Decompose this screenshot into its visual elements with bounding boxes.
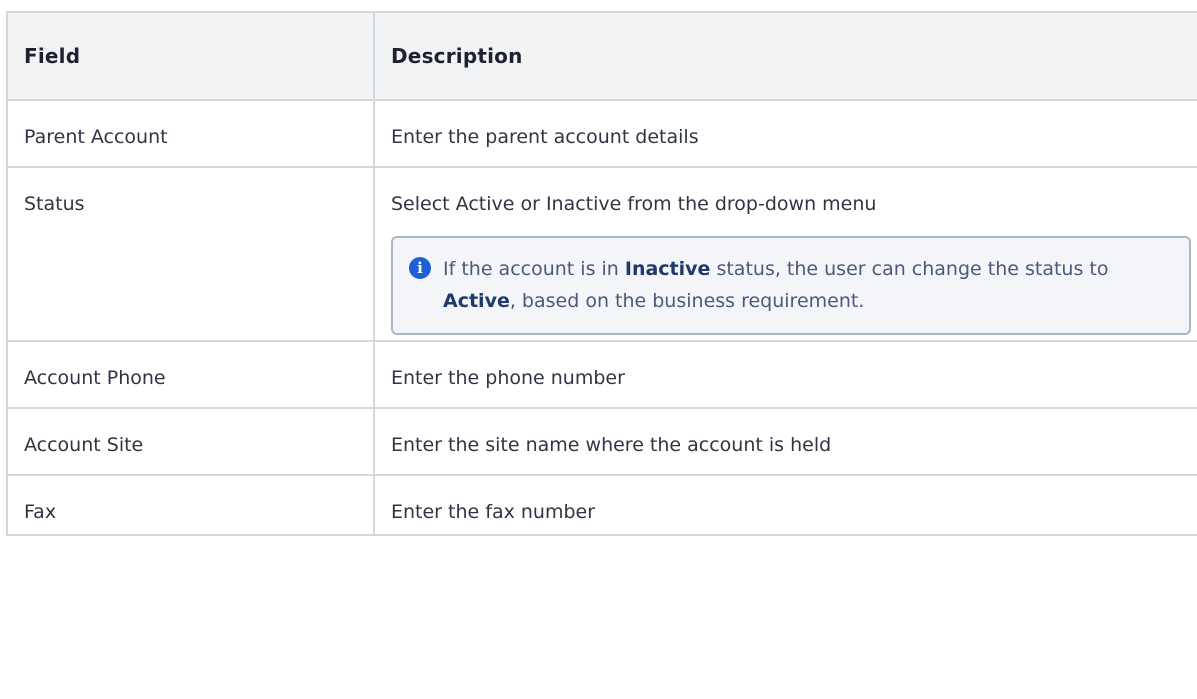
field-cell: Parent Account — [6, 99, 375, 168]
table-row: Fax Enter the fax number — [6, 474, 1197, 536]
column-header-field: Field — [6, 11, 375, 101]
field-cell: Account Phone — [6, 340, 375, 409]
content-area: Field Description Parent Account Enter t… — [6, 11, 1197, 536]
info-note: i If the account is in Inactive status, … — [391, 236, 1191, 335]
table-row: Account Phone Enter the phone number — [6, 340, 1197, 409]
table-row: Status Select Active or Inactive from th… — [6, 166, 1197, 342]
note-text: If the account is in Inactive status, th… — [443, 258, 1109, 312]
table-header-row: Field Description — [6, 11, 1197, 101]
description-cell: Select Active or Inactive from the drop-… — [373, 166, 1197, 342]
fields-table: Field Description Parent Account Enter t… — [6, 11, 1197, 536]
table-row: Account Site Enter the site name where t… — [6, 407, 1197, 476]
table-row: Parent Account Enter the parent account … — [6, 99, 1197, 168]
description-cell: Enter the site name where the account is… — [373, 407, 1197, 476]
info-icon: i — [409, 257, 431, 279]
note-bold-inactive: Inactive — [624, 258, 711, 280]
note-bold-active: Active — [443, 290, 510, 312]
description-text: Select Active or Inactive from the drop-… — [391, 193, 877, 215]
column-header-description: Description — [373, 11, 1197, 101]
description-cell: Enter the fax number — [373, 474, 1197, 536]
description-cell: Enter the parent account details — [373, 99, 1197, 168]
field-cell: Account Site — [6, 407, 375, 476]
field-cell: Fax — [6, 474, 375, 536]
field-cell: Status — [6, 166, 375, 342]
description-cell: Enter the phone number — [373, 340, 1197, 409]
